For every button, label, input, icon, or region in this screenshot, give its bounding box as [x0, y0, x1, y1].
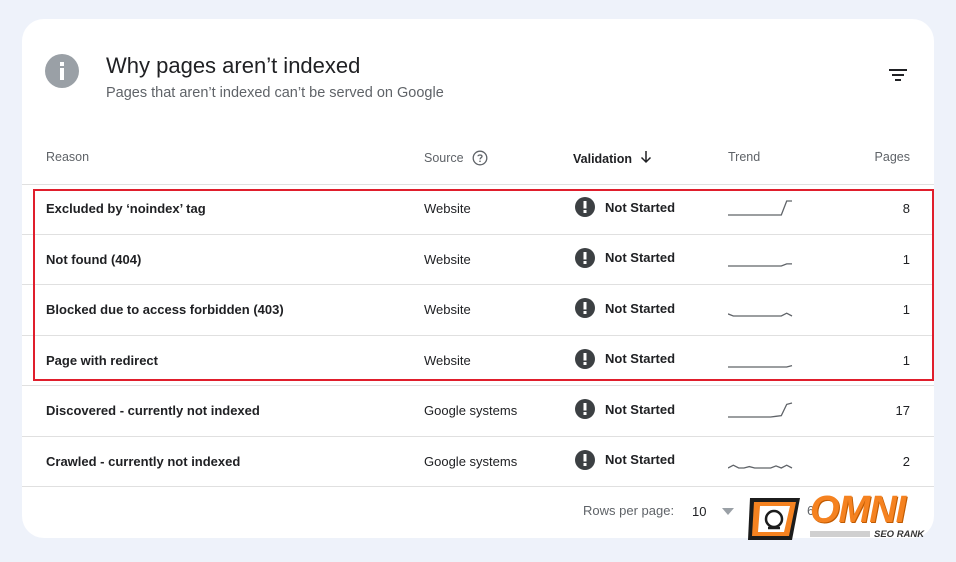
indexing-card: Why pages aren’t indexed Pages that aren…	[22, 19, 934, 538]
validation-status: Not Started	[605, 351, 676, 366]
alert-icon	[575, 197, 595, 217]
row-reason: Excluded by ‘noindex’ tag	[46, 201, 206, 216]
sparkline-line	[728, 402, 793, 418]
row-pages: 1	[902, 251, 910, 267]
table-header: Reason Source Validation Trend Pages	[22, 139, 934, 185]
rows-per-page-label: Rows per page:	[583, 503, 675, 518]
logo-bar	[810, 531, 870, 537]
filter-icon[interactable]	[886, 63, 910, 87]
table-row[interactable]: Blocked due to access forbidden (403) Web…	[22, 285, 934, 336]
validation-status: Not Started	[605, 250, 676, 265]
row-validation: Not Started	[575, 197, 675, 217]
table-row[interactable]: Discovered - currently not indexed Google…	[22, 386, 934, 437]
row-trend-sparkline	[728, 399, 794, 423]
column-header-trend: Trend	[728, 150, 761, 164]
logo-name: OMNI	[810, 489, 906, 531]
sparkline-icon	[728, 364, 793, 368]
sparkline-icon	[728, 402, 793, 418]
validation-status: Not Started	[605, 199, 676, 215]
rows-per-page-select[interactable]: 10	[692, 499, 735, 523]
row-pages: 2	[902, 453, 910, 469]
sparkline-icon	[728, 200, 792, 216]
sparkline-line	[727, 312, 793, 317]
help-icon[interactable]	[472, 150, 488, 166]
omni-seo-rank-logo: OMNI SEO RANK	[746, 489, 936, 544]
table-row[interactable]: Page with redirect Website Not Started 1	[22, 336, 934, 386]
alert-icon	[575, 298, 595, 318]
rows-per-page-value: 10	[692, 503, 707, 519]
logo-tagline: SEO RANK	[874, 529, 925, 540]
row-reason: Not found (404)	[46, 251, 142, 267]
alert-icon	[575, 399, 595, 419]
row-source: Google systems	[424, 453, 518, 469]
sparkline-line	[728, 364, 793, 368]
row-reason: Discovered - currently not indexed	[46, 403, 260, 418]
column-header-validation[interactable]: Validation	[573, 150, 652, 167]
row-pages: 17	[895, 403, 910, 418]
table-body: Excluded by ‘noindex’ tag Website Not Star…	[22, 184, 934, 487]
row-trend-sparkline	[727, 298, 794, 322]
info-icon	[45, 54, 79, 88]
row-validation: Not Started	[575, 348, 676, 369]
row-validation: Not Started	[575, 449, 676, 470]
validation-status: Not Started	[605, 452, 676, 467]
row-validation: Not Started	[575, 399, 675, 419]
row-pages: 1	[902, 302, 910, 317]
sparkline-icon	[727, 463, 793, 469]
sparkline-line	[728, 262, 792, 267]
row-trend-sparkline	[727, 450, 794, 474]
row-trend-sparkline	[728, 197, 794, 221]
table-row[interactable]: Excluded by ‘noindex’ tag Website Not Star…	[22, 184, 934, 235]
row-trend-sparkline	[728, 248, 794, 272]
alert-icon	[575, 247, 595, 268]
row-source: Google systems	[424, 403, 518, 418]
dropdown-arrow-icon	[722, 504, 735, 519]
row-pages: 8	[902, 201, 910, 216]
sparkline-icon	[727, 312, 793, 317]
row-validation: Not Started	[575, 247, 676, 268]
row-pages: 1	[902, 352, 910, 368]
sparkline-icon	[728, 262, 792, 267]
column-header-source: Source	[424, 150, 488, 166]
alert-icon	[575, 348, 595, 369]
row-source: Website	[424, 201, 471, 216]
sort-arrow-down-icon	[640, 150, 652, 167]
logo-badge-icon	[746, 494, 804, 542]
table-row[interactable]: Crawled - currently not indexed Google sy…	[22, 437, 934, 487]
row-reason: Page with redirect	[46, 352, 158, 368]
row-source: Website	[424, 251, 471, 267]
row-validation: Not Started	[575, 298, 675, 318]
validation-status: Not Started	[605, 401, 676, 417]
row-reason: Crawled - currently not indexed	[46, 453, 241, 469]
row-reason: Blocked due to access forbidden (403)	[46, 302, 284, 317]
row-trend-sparkline	[728, 349, 794, 373]
row-source: Website	[424, 302, 471, 317]
column-header-pages: Pages	[874, 150, 910, 164]
column-header-reason: Reason	[46, 150, 90, 164]
table-row[interactable]: Not found (404) Website Not Started 1	[22, 235, 934, 285]
alert-icon	[575, 449, 595, 470]
page-title: Why pages aren’t indexed	[106, 53, 361, 78]
row-source: Website	[424, 352, 471, 368]
sparkline-line	[728, 200, 792, 216]
page-subtitle: Pages that aren’t indexed can’t be serve…	[106, 85, 444, 101]
sparkline-line	[727, 463, 793, 469]
validation-status: Not Started	[605, 300, 676, 316]
